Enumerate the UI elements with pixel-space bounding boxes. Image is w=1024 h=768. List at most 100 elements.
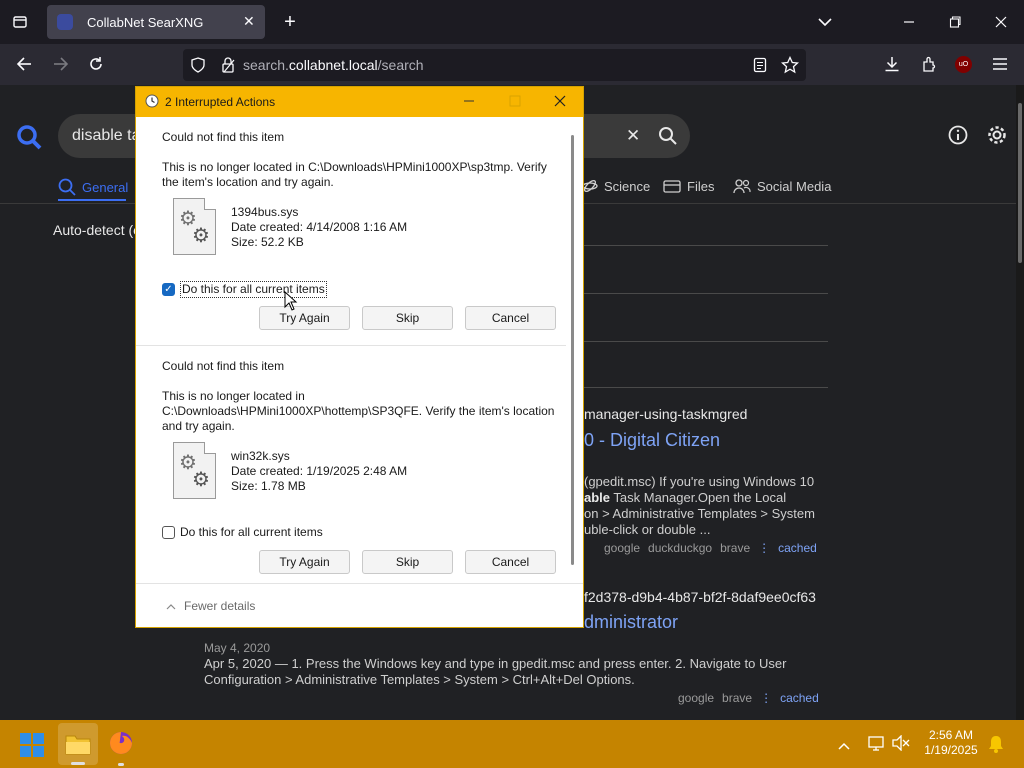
skip-button[interactable]: Skip xyxy=(362,550,453,574)
chevron-up-icon xyxy=(166,604,176,610)
new-tab-icon[interactable]: + xyxy=(280,11,300,33)
info-icon[interactable] xyxy=(948,125,968,150)
try-again-button[interactable]: Try Again xyxy=(259,306,350,330)
language-autodetect[interactable]: Auto-detect (e xyxy=(53,222,141,238)
browser-tab[interactable]: CollabNet SearXNG ✕ xyxy=(47,5,265,39)
science-icon xyxy=(582,179,598,193)
page-scrollbar[interactable] xyxy=(1016,85,1024,720)
apply-all-checkbox-row[interactable]: Do this for all current items xyxy=(162,525,323,540)
snippet-line: (gpedit.msc) If you're using Windows 10 xyxy=(584,474,815,489)
apply-all-checkbox-checked[interactable]: ✓ xyxy=(162,283,175,296)
tab-bar: CollabNet SearXNG ✕ + xyxy=(0,0,1024,44)
clear-search-icon[interactable]: ✕ xyxy=(626,126,640,146)
file-icon: ⚙ ⚙ xyxy=(173,198,216,255)
notification-bell-icon[interactable] xyxy=(988,735,1004,758)
dialog-close-icon[interactable] xyxy=(554,95,566,110)
result-snippet: Apr 5, 2020 — 1. Press the Windows key a… xyxy=(204,656,786,688)
firefox-icon[interactable] xyxy=(108,730,134,766)
category-science[interactable]: Science xyxy=(582,178,650,194)
url-path: /search xyxy=(377,57,424,73)
magnifier-icon xyxy=(58,178,76,196)
snippet-line: able Task Manager.Open the Local xyxy=(584,490,787,505)
cancel-button[interactable]: Cancel xyxy=(465,306,556,330)
category-general[interactable]: General xyxy=(58,178,128,196)
mouse-cursor-icon xyxy=(284,290,298,316)
forward-icon[interactable] xyxy=(51,54,71,74)
downloads-icon[interactable] xyxy=(882,54,902,74)
reload-icon[interactable] xyxy=(86,54,106,74)
category-label: Files xyxy=(687,178,715,194)
cancel-button[interactable]: Cancel xyxy=(465,550,556,574)
extensions-icon[interactable] xyxy=(919,54,939,74)
url-prefix: search. xyxy=(243,57,289,73)
restore-icon[interactable] xyxy=(946,12,964,32)
dialog-title: 2 Interrupted Actions xyxy=(165,95,276,109)
tab-overview-icon[interactable] xyxy=(8,12,32,32)
connection-icon[interactable] xyxy=(213,57,243,73)
back-icon[interactable] xyxy=(14,54,34,74)
fewer-details-button[interactable]: Fewer details xyxy=(166,599,255,614)
dialog-scrollbar-thumb[interactable] xyxy=(571,135,574,565)
category-social-media[interactable]: Social Media xyxy=(733,178,831,194)
result-title[interactable]: dministrator xyxy=(584,612,678,633)
close-window-icon[interactable] xyxy=(992,12,1010,32)
result-url[interactable]: manager-using-taskmgred xyxy=(584,406,747,422)
category-label: Social Media xyxy=(757,178,832,194)
minimize-icon[interactable] xyxy=(900,12,918,32)
url-bar[interactable]: search. collabnet.local/search xyxy=(183,49,806,81)
dialog-scrollbar[interactable] xyxy=(568,121,578,581)
files-icon xyxy=(663,180,681,193)
category-files[interactable]: Files xyxy=(663,178,714,194)
close-tab-icon[interactable]: ✕ xyxy=(243,13,255,30)
shield-icon[interactable] xyxy=(183,57,213,73)
skip-button[interactable]: Skip xyxy=(362,306,453,330)
result-url[interactable]: f2d378-d9b4-4b87-bf2f-8daf9ee0cf63 xyxy=(584,589,816,605)
list-tabs-chevron-icon[interactable] xyxy=(815,11,835,33)
dialog-minimize-icon[interactable] xyxy=(463,95,475,110)
app-menu-icon[interactable] xyxy=(990,54,1010,74)
result-title[interactable]: 0 - Digital Citizen xyxy=(584,430,720,451)
checkbox-label[interactable]: Do this for all current items xyxy=(180,525,323,540)
volume-muted-icon[interactable] xyxy=(892,734,910,756)
start-windows-icon[interactable] xyxy=(20,733,44,757)
file-size: Size: 52.2 KB xyxy=(231,235,304,249)
file-name: win32k.sys xyxy=(231,449,290,463)
file-date-created: Date created: 1/19/2025 2:48 AM xyxy=(231,464,408,478)
fewer-details-label: Fewer details xyxy=(184,599,256,613)
file-explorer-taskbar-button[interactable] xyxy=(58,723,98,765)
tab-title: CollabNet SearXNG xyxy=(87,14,204,30)
running-app-indicator xyxy=(118,763,124,766)
cached-link[interactable]: cached xyxy=(778,541,817,555)
item-heading: Could not find this item xyxy=(162,130,285,144)
reader-view-icon[interactable] xyxy=(751,56,769,74)
dialog-footer: Fewer details xyxy=(136,583,583,627)
cached-link[interactable]: cached xyxy=(780,691,819,705)
searxng-logo-icon[interactable] xyxy=(16,124,42,155)
try-again-button[interactable]: Try Again xyxy=(259,550,350,574)
apply-all-checkbox-row[interactable]: ✓ Do this for all current items xyxy=(162,281,327,298)
network-icon[interactable] xyxy=(868,735,886,756)
dialog-maximize-icon xyxy=(509,95,521,110)
search-query-text: disable ta xyxy=(72,127,141,144)
engine-tag: brave xyxy=(720,541,751,555)
dialog-title-bar[interactable]: 2 Interrupted Actions xyxy=(136,87,583,117)
divider xyxy=(584,387,828,388)
bookmark-star-icon[interactable] xyxy=(780,55,800,75)
result-date: May 4, 2020 xyxy=(204,641,271,655)
separator: ⋮ xyxy=(760,691,773,705)
divider xyxy=(584,245,828,246)
checkbox-label[interactable]: Do this for all current items xyxy=(180,281,327,298)
scrollbar-thumb[interactable] xyxy=(1018,103,1022,263)
snippet-line: Apr 5, 2020 — 1. Press the Windows key a… xyxy=(204,656,787,671)
active-category-underline xyxy=(58,199,126,201)
show-hidden-icons-chevron-icon[interactable] xyxy=(838,737,850,755)
people-icon xyxy=(733,179,751,194)
apply-all-checkbox-unchecked[interactable] xyxy=(162,526,175,539)
clock-date[interactable]: 2:56 AM 1/19/2025 xyxy=(920,728,982,758)
gear-icon: ⚙ xyxy=(192,225,210,247)
search-submit-icon[interactable] xyxy=(658,126,678,151)
interrupted-actions-dialog: 2 Interrupted Actions Could not find thi… xyxy=(135,86,584,628)
settings-gear-icon[interactable] xyxy=(986,124,1008,151)
url-domain: collabnet.local xyxy=(288,57,378,73)
ublock-origin-icon[interactable]: uO xyxy=(955,56,972,73)
